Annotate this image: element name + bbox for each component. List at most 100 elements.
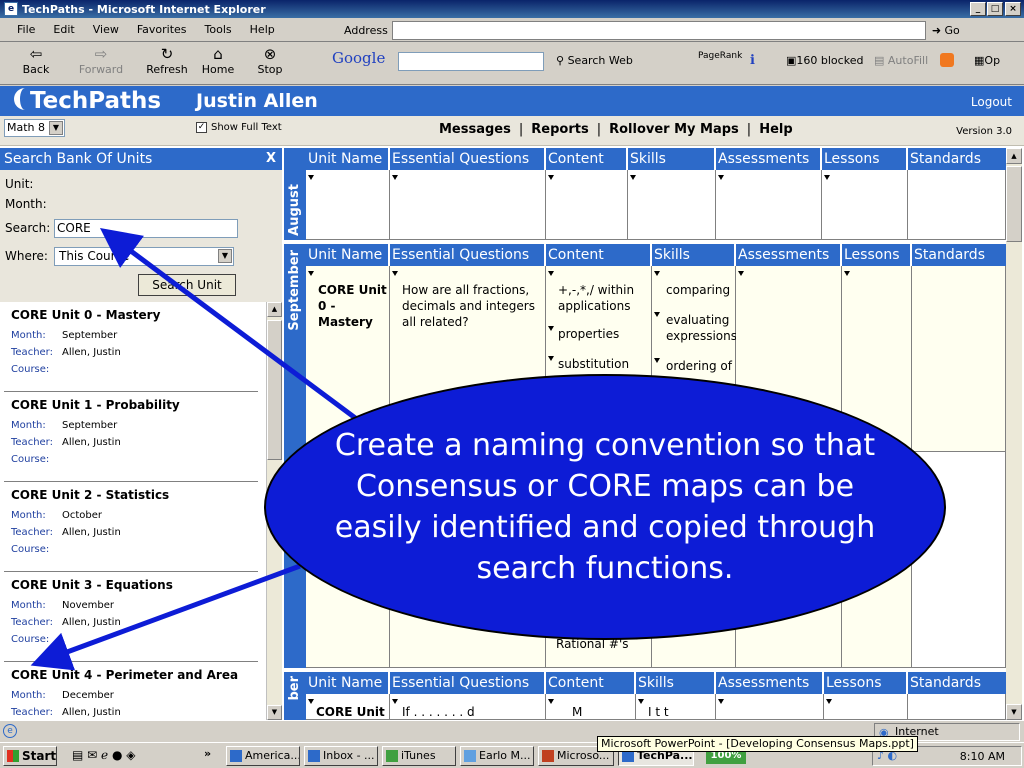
clock[interactable]: 8:10 AM bbox=[960, 750, 1005, 763]
menu-favorites[interactable]: Favorites bbox=[128, 23, 196, 36]
nav-reports[interactable]: Reports bbox=[531, 122, 588, 137]
caret-down-icon[interactable] bbox=[844, 271, 850, 276]
cell-unit-name[interactable]: CORE Unit bbox=[306, 694, 390, 720]
where-select[interactable]: This Course ▼ bbox=[54, 247, 234, 266]
nav-messages[interactable]: Messages bbox=[439, 122, 511, 137]
caret-down-icon[interactable] bbox=[638, 699, 644, 704]
nav-help[interactable]: Help bbox=[759, 122, 792, 137]
caret-down-icon[interactable] bbox=[718, 699, 724, 704]
cell-essential-questions[interactable] bbox=[390, 170, 546, 240]
scroll-up-icon[interactable]: ▲ bbox=[1006, 148, 1022, 164]
close-window-button[interactable]: × bbox=[1005, 2, 1021, 16]
home-button[interactable]: ⌂ Home bbox=[200, 45, 236, 76]
caret-down-icon[interactable] bbox=[308, 271, 314, 276]
options-button[interactable]: ▦Op bbox=[974, 54, 1000, 67]
cell-lessons[interactable] bbox=[824, 694, 908, 720]
caret-down-icon[interactable] bbox=[630, 175, 636, 180]
unit-title[interactable]: CORE Unit 3 - Equations bbox=[11, 578, 173, 592]
scroll-up-icon[interactable]: ▲ bbox=[267, 302, 282, 317]
task-earlo[interactable]: Earlo M... bbox=[460, 746, 534, 766]
caret-down-icon[interactable] bbox=[392, 175, 398, 180]
google-search-input[interactable] bbox=[398, 52, 544, 71]
cell-standards[interactable] bbox=[908, 170, 1006, 240]
menu-help[interactable]: Help bbox=[241, 23, 284, 36]
cell-content[interactable] bbox=[546, 170, 628, 240]
scroll-down-icon[interactable]: ▼ bbox=[1006, 704, 1022, 720]
caret-down-icon[interactable] bbox=[548, 326, 554, 331]
menu-file[interactable]: File bbox=[8, 23, 44, 36]
caret-down-icon[interactable] bbox=[654, 271, 660, 276]
checkbox-checked-icon[interactable]: ✓ bbox=[196, 122, 207, 133]
address-input[interactable] bbox=[391, 20, 926, 40]
search-web-button[interactable]: ⚲ Search Web bbox=[556, 54, 633, 67]
cell-assessments[interactable] bbox=[716, 694, 824, 720]
menu-view[interactable]: View bbox=[84, 23, 128, 36]
refresh-button[interactable]: ↻ Refresh bbox=[144, 45, 190, 76]
close-panel-button[interactable]: X bbox=[266, 148, 276, 170]
page-scrollbar[interactable]: ▲ ▼ bbox=[1006, 148, 1022, 720]
unit-title[interactable]: CORE Unit 1 - Probability bbox=[11, 398, 180, 412]
cell-unit-name[interactable] bbox=[306, 170, 390, 240]
caret-down-icon[interactable] bbox=[548, 271, 554, 276]
cell-essential-questions[interactable]: If . . . . . . . d bbox=[390, 694, 546, 720]
google-logo[interactable]: Google bbox=[332, 49, 385, 67]
blogger-icon[interactable] bbox=[940, 53, 954, 67]
cell-assessments[interactable] bbox=[716, 170, 822, 240]
cell-standards[interactable] bbox=[912, 266, 1006, 452]
quick-launch-icons[interactable]: ▤ ✉ ℯ ● ◈ bbox=[72, 748, 135, 762]
task-aol[interactable]: America... bbox=[226, 746, 300, 766]
caret-down-icon[interactable] bbox=[654, 358, 660, 363]
caret-down-icon[interactable] bbox=[548, 356, 554, 361]
pagerank-indicator[interactable]: PageRank bbox=[698, 51, 742, 61]
stop-button[interactable]: ⊗ Stop bbox=[254, 45, 286, 76]
caret-down-icon[interactable] bbox=[392, 699, 398, 704]
scroll-thumb[interactable] bbox=[1006, 166, 1022, 242]
course-select[interactable]: Math 8 ▼ bbox=[4, 119, 65, 137]
menu-edit[interactable]: Edit bbox=[44, 23, 83, 36]
caret-down-icon[interactable] bbox=[824, 175, 830, 180]
caret-down-icon[interactable] bbox=[308, 175, 314, 180]
logout-link[interactable]: Logout bbox=[971, 95, 1012, 109]
caret-down-icon[interactable] bbox=[738, 271, 744, 276]
list-item[interactable]: CORE Unit 2 - Statistics Month: October T… bbox=[4, 482, 258, 572]
caret-down-icon[interactable] bbox=[308, 699, 314, 704]
info-icon[interactable]: ℹ bbox=[750, 53, 755, 68]
list-item[interactable]: CORE Unit 4 - Perimeter and Area Month: D… bbox=[4, 662, 258, 720]
cell-content[interactable]: M bbox=[546, 694, 636, 720]
list-item[interactable]: CORE Unit 0 - Mastery Month: September Te… bbox=[4, 302, 258, 392]
caret-down-icon[interactable] bbox=[718, 175, 724, 180]
caret-down-icon[interactable] bbox=[654, 312, 660, 317]
unit-title[interactable]: CORE Unit 0 - Mastery bbox=[11, 308, 160, 322]
forward-button[interactable]: ⇨ Forward bbox=[78, 45, 124, 76]
popup-blocker[interactable]: ▣160 blocked bbox=[786, 54, 863, 67]
cell-standards[interactable] bbox=[908, 694, 1006, 720]
menu-tools[interactable]: Tools bbox=[196, 23, 241, 36]
scroll-down-icon[interactable]: ▼ bbox=[267, 705, 282, 720]
list-item[interactable]: CORE Unit 1 - Probability Month: Septembe… bbox=[4, 392, 258, 482]
caret-down-icon[interactable] bbox=[392, 271, 398, 276]
task-inbox[interactable]: Inbox - ... bbox=[304, 746, 378, 766]
cell-skills[interactable]: I t t bbox=[636, 694, 716, 720]
caret-down-icon[interactable] bbox=[548, 699, 554, 704]
show-full-text-toggle[interactable]: ✓ Show Full Text bbox=[196, 122, 282, 133]
list-item[interactable]: CORE Unit 3 - Equations Month: November T… bbox=[4, 572, 258, 662]
minimize-button[interactable]: _ bbox=[970, 2, 986, 16]
cell-skills[interactable] bbox=[628, 170, 716, 240]
start-button[interactable]: Start bbox=[3, 746, 57, 766]
search-input[interactable]: CORE bbox=[54, 219, 238, 238]
caret-down-icon[interactable] bbox=[548, 175, 554, 180]
cell-lessons[interactable] bbox=[822, 170, 908, 240]
window-title-bar[interactable]: e TechPaths - Microsoft Internet Explore… bbox=[0, 0, 1024, 18]
chevron-right-icon[interactable]: » bbox=[204, 747, 211, 760]
caret-down-icon[interactable] bbox=[826, 699, 832, 704]
search-unit-button[interactable]: Search Unit bbox=[138, 274, 236, 296]
unit-title[interactable]: CORE Unit 2 - Statistics bbox=[11, 488, 169, 502]
task-itunes[interactable]: iTunes bbox=[382, 746, 456, 766]
scroll-thumb[interactable] bbox=[267, 320, 282, 460]
back-button[interactable]: ⇦ Back bbox=[16, 45, 56, 76]
unit-title[interactable]: CORE Unit 4 - Perimeter and Area bbox=[11, 668, 238, 682]
autofill-button[interactable]: ▤ AutoFill bbox=[874, 54, 928, 67]
maximize-button[interactable]: □ bbox=[987, 2, 1003, 16]
nav-rollover-my-maps[interactable]: Rollover My Maps bbox=[609, 122, 739, 137]
go-button[interactable]: ➜ Go bbox=[932, 24, 960, 37]
